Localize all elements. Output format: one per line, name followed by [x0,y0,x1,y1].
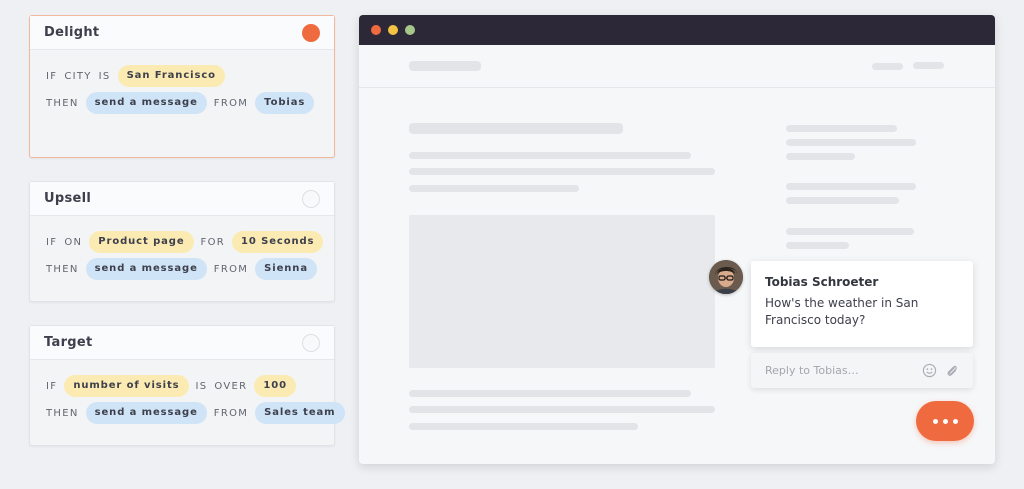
text-placeholder [409,390,691,397]
window-minimize-dot[interactable] [388,25,398,35]
rule-title: Target [44,335,93,350]
action-chip[interactable]: send a message [85,402,207,424]
sidebar-placeholder [786,242,849,249]
ellipsis-icon [932,418,938,424]
browser-window [359,15,995,464]
rule-card-upsell[interactable]: Upsell IF ON Product page FOR 10 Seconds THEN s… [29,181,335,302]
action-chip[interactable]: Sales team [255,402,345,424]
rule-keyword: IS [98,70,111,82]
sender-name: Tobias Schroeter [765,275,879,289]
rule-card-header: Delight [30,16,334,50]
action-chip[interactable]: Tobias [255,92,315,114]
message-text: How's the weather in San Francisco today… [765,296,919,327]
nav-placeholder [872,63,903,70]
condition-chip[interactable]: number of visits [64,375,189,397]
smiley-icon[interactable] [921,363,937,379]
page-header-placeholder [359,45,995,88]
rule-toggle[interactable] [302,23,320,42]
rule-keyword: THEN [46,97,79,109]
rule-card-delight[interactable]: Delight IF CITY IS San Francisco THEN send a m… [29,15,335,158]
chat-message-bubble[interactable]: Tobias Schroeter How's the weather in Sa… [751,261,973,347]
action-chip[interactable]: send a message [85,258,207,280]
sidebar-placeholder [786,183,916,190]
rule-keyword: THEN [46,263,79,275]
action-line: THEN send a message FROM Sales team [46,402,345,424]
rule-keyword: FOR [200,236,225,248]
condition-chip[interactable]: San Francisco [117,65,225,87]
rule-keyword: IF [46,70,58,82]
rule-keyword: FROM [213,407,249,419]
rule-keyword: CITY [64,70,92,82]
action-line: THEN send a message FROM Sienna [46,258,318,280]
heading-placeholder [409,123,623,134]
window-maximize-dot[interactable] [405,25,415,35]
condition-line: IF ON Product page FOR 10 Seconds [46,231,324,253]
rule-toggle[interactable] [302,189,320,208]
condition-chip[interactable]: Product page [89,231,194,253]
text-placeholder [409,168,715,175]
reply-composer [751,353,973,388]
condition-line: IF CITY IS San Francisco [46,65,318,87]
condition-chip[interactable]: 10 Seconds [232,231,324,253]
text-placeholder [409,406,715,413]
text-placeholder [409,185,579,192]
ellipsis-icon [952,418,958,424]
condition-line: IF number of visits IS OVER 100 [46,375,318,397]
action-chip[interactable]: Sienna [255,258,317,280]
sidebar-placeholder [786,139,916,146]
rule-keyword: IS [195,380,208,392]
window-titlebar [359,15,995,45]
rule-keyword: FROM [213,263,249,275]
messenger-launcher-button[interactable] [916,401,974,441]
window-close-dot[interactable] [371,25,381,35]
sidebar-placeholder [786,197,899,204]
sidebar-placeholder [786,125,897,132]
rule-card-target[interactable]: Target IF number of visits IS OVER 100 THEN sen… [29,325,345,446]
rule-toggle[interactable] [302,333,320,352]
rule-keyword: THEN [46,407,79,419]
action-chip[interactable]: send a message [85,92,207,114]
image-placeholder [409,215,715,368]
logo-placeholder [409,61,481,71]
condition-chip[interactable]: 100 [254,375,296,397]
rule-body: IF CITY IS San Francisco THEN send a message F… [30,50,334,114]
rule-keyword: ON [64,236,83,248]
nav-placeholder [913,62,944,69]
rule-keyword: IF [46,236,58,248]
ellipsis-icon [942,418,948,424]
reply-input[interactable] [765,364,915,377]
text-placeholder [409,423,638,430]
rule-body: IF ON Product page FOR 10 Seconds THEN send a … [30,216,334,280]
rule-keyword: OVER [214,380,248,392]
rule-card-header: Target [30,326,334,360]
sidebar-placeholder [786,228,914,235]
sender-avatar [709,260,743,294]
rule-keyword: FROM [213,97,249,109]
paperclip-icon[interactable] [943,363,959,379]
rule-title: Delight [44,25,100,40]
action-line: THEN send a message FROM Tobias [46,92,318,114]
sidebar-placeholder [786,153,855,160]
rule-card-header: Upsell [30,182,334,216]
rule-keyword: IF [46,380,58,392]
rule-body: IF number of visits IS OVER 100 THEN send a me… [30,360,345,424]
rule-title: Upsell [44,191,92,206]
text-placeholder [409,152,691,159]
